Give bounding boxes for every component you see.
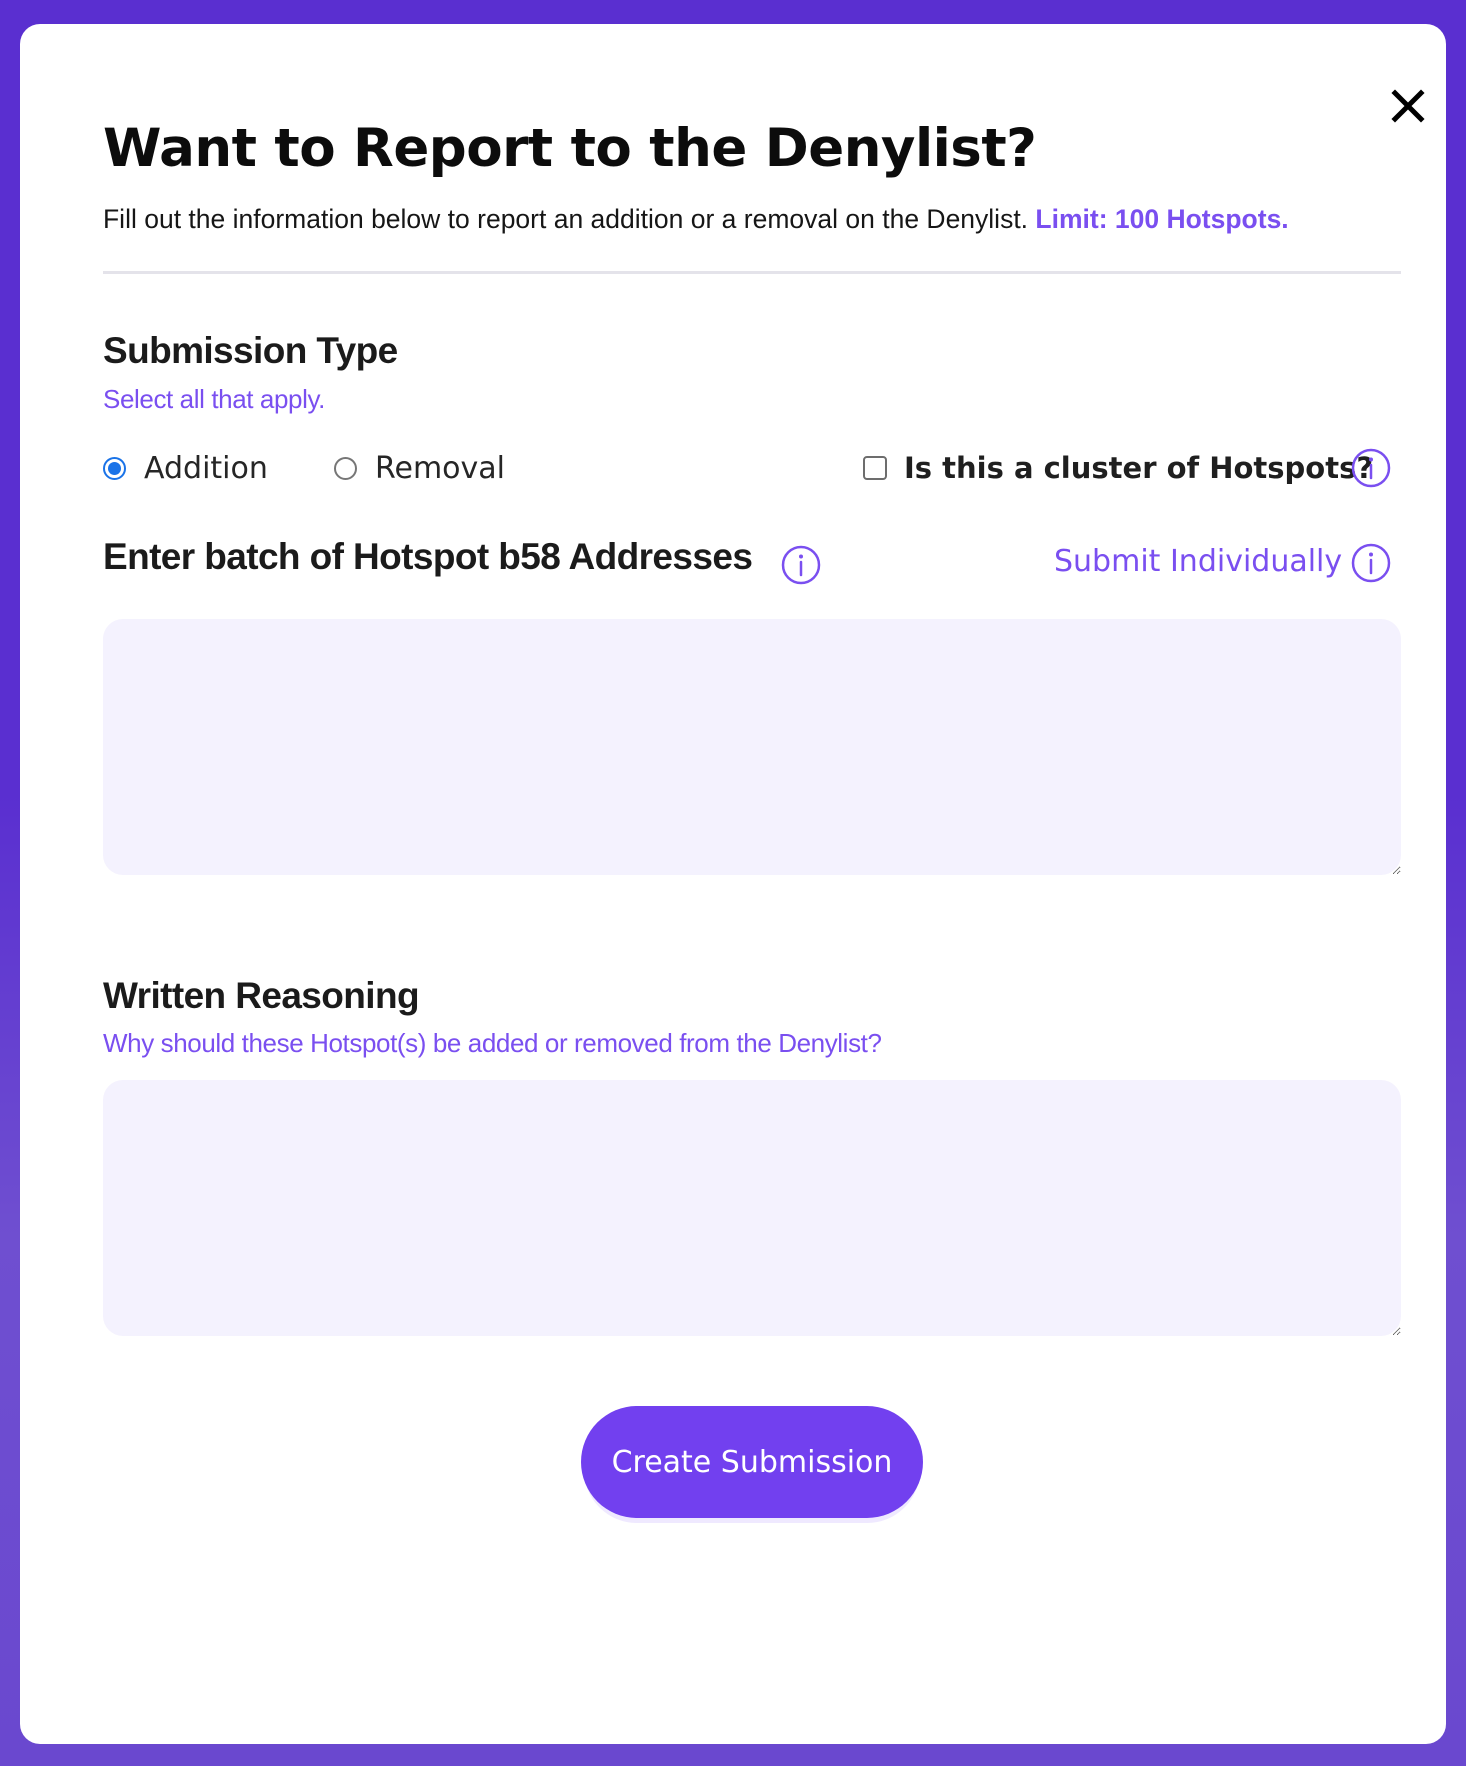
denylist-report-modal: Want to Report to the Denylist? Fill out…	[20, 24, 1446, 1744]
close-button[interactable]	[1389, 87, 1427, 125]
close-icon	[1391, 89, 1425, 123]
limit-text: Limit: 100 Hotspots.	[1035, 204, 1289, 234]
cluster-option[interactable]: Is this a cluster of Hotspots?	[863, 448, 1373, 488]
intro-text: Fill out the information below to report…	[103, 201, 1289, 237]
cluster-label: Is this a cluster of Hotspots?	[904, 451, 1374, 485]
cluster-checkbox[interactable]	[863, 456, 887, 480]
removal-label: Removal	[375, 450, 506, 486]
removal-radio[interactable]	[334, 456, 357, 480]
addresses-heading: Enter batch of Hotspot b58 Addresses	[103, 536, 753, 577]
intro-description: Fill out the information below to report…	[103, 204, 1029, 234]
submit-individually-link[interactable]: Submit Individually	[1054, 542, 1342, 582]
reasoning-textarea[interactable]	[103, 1080, 1401, 1336]
reasoning-helper: Why should these Hotspot(s) be added or …	[103, 1028, 882, 1058]
addresses-info-icon[interactable]	[781, 545, 821, 585]
addresses-textarea[interactable]	[103, 619, 1401, 875]
radio-option-addition[interactable]: Addition	[103, 448, 268, 488]
submission-type-heading: Submission Type	[103, 330, 398, 371]
cluster-info-icon[interactable]	[1351, 448, 1391, 488]
radio-option-removal[interactable]: Removal	[334, 448, 505, 488]
addition-radio[interactable]	[103, 456, 126, 480]
create-submission-button[interactable]: Create Submission	[581, 1406, 923, 1518]
submit-individually-info-icon[interactable]	[1351, 543, 1391, 583]
reasoning-heading: Written Reasoning	[103, 975, 420, 1016]
addition-label: Addition	[144, 450, 268, 486]
divider	[103, 271, 1401, 274]
modal-title: Want to Report to the Denylist?	[103, 118, 1037, 179]
submission-type-helper: Select all that apply.	[103, 384, 325, 414]
